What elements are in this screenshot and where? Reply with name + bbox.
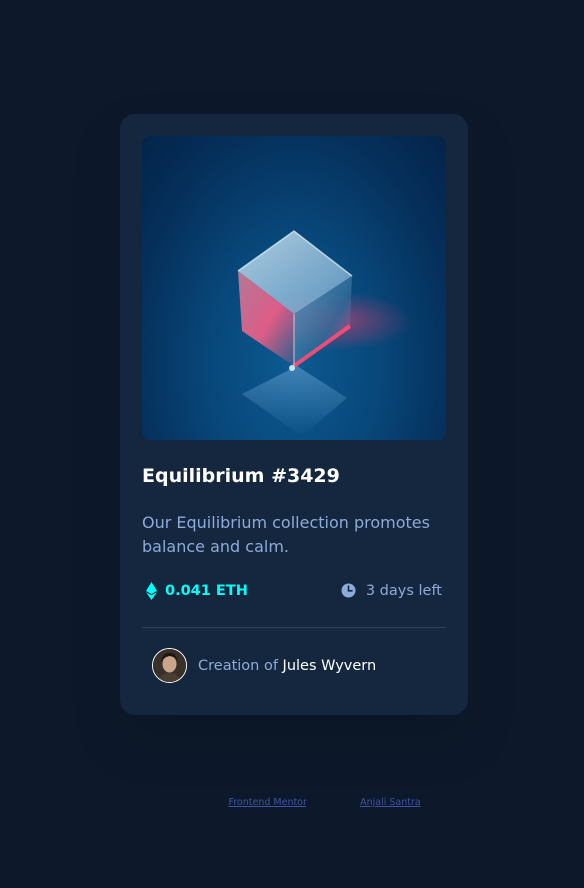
card-description: Our Equilibrium collection promotes bala… [142,513,430,556]
page: Equilibrium #3429 Our Equilibrium collec… [0,0,584,888]
time-left-value: 3 days left [365,582,442,599]
coded-prefix: . Coded by [306,797,358,808]
price-value: 0.041 ETH [165,583,248,599]
equilibrium-image[interactable] [142,136,446,440]
ethereum-icon [146,582,157,600]
author-link[interactable]: Anjali Santra [360,797,421,808]
card-meta: 0.041 ETH 3 days left [142,582,442,602]
price: 0.041 ETH [146,582,248,600]
time-left: 3 days left [340,582,442,599]
card-title[interactable]: Equilibrium #3429 [142,465,340,487]
frontend-mentor-link[interactable]: Frontend Mentor [228,797,306,808]
nft-card: Equilibrium #3429 Our Equilibrium collec… [120,114,468,715]
creator-label: Creation of Jules Wyvern [198,658,376,674]
challenge-prefix: Challenge by [163,797,226,808]
creator-name[interactable]: Jules Wyvern [283,658,377,674]
crystal-cube-illustration [237,230,412,436]
creator-prefix: Creation of [198,657,278,674]
avatar [152,648,187,683]
creator: Creation of Jules Wyvern [152,648,376,683]
divider [142,627,446,628]
clock-icon [341,583,356,598]
attribution: Challenge by Frontend Mentor. Coded by A… [0,797,584,808]
